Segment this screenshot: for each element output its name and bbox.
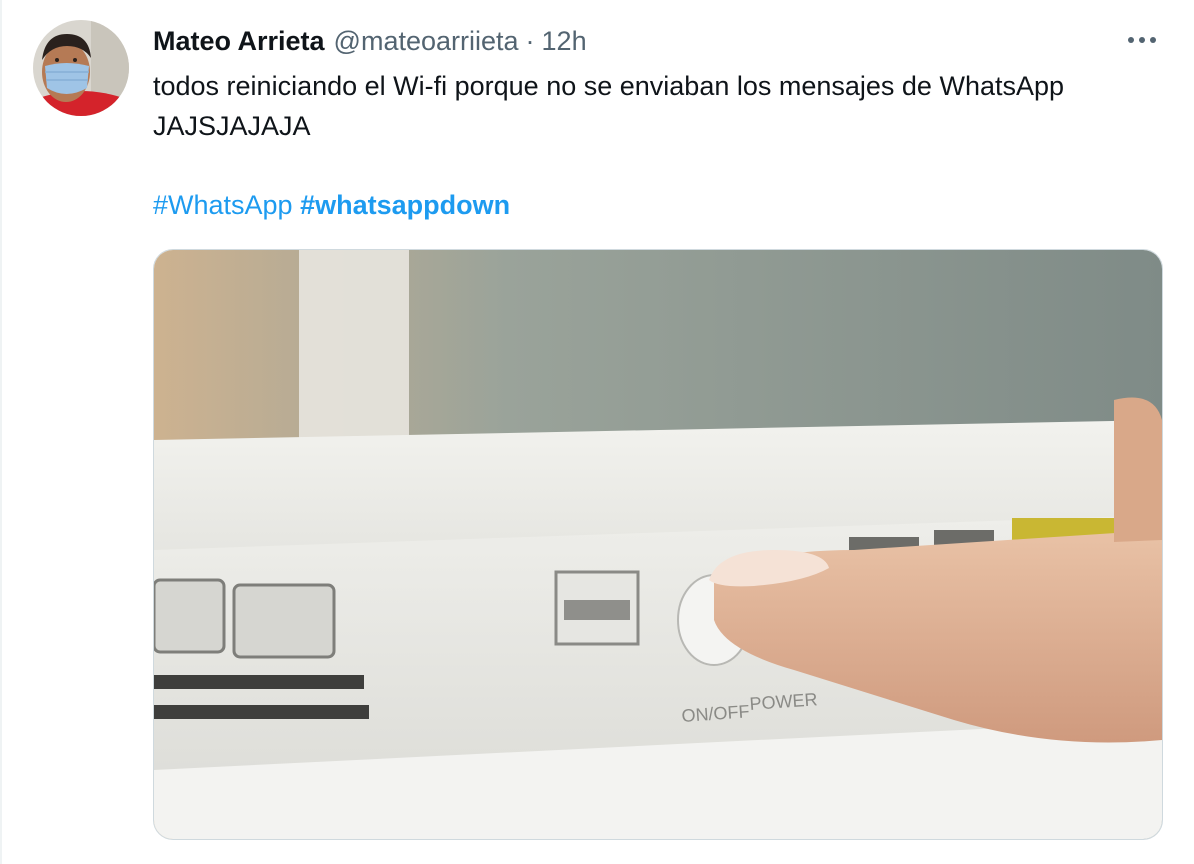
tweet-header: Mateo Arrieta @mateoarriieta · 12h <box>153 24 587 58</box>
author-avatar[interactable] <box>33 20 129 116</box>
tweet-timestamp[interactable]: 12h <box>542 26 587 57</box>
hashtag-link[interactable]: #whatsappdown <box>300 190 510 220</box>
tweet-card[interactable]: Mateo Arrieta @mateoarriieta · 12h todos… <box>0 0 1194 864</box>
author-handle[interactable]: @mateoarriieta <box>334 26 519 57</box>
tweet-hashtags: #WhatsApp #whatsappdown <box>153 185 510 225</box>
author-display-name[interactable]: Mateo Arrieta <box>153 26 325 57</box>
tweet-text-line: todos reiniciando el Wi-fi porque no se … <box>153 71 1065 101</box>
header-separator: · <box>525 25 535 56</box>
more-options-button[interactable] <box>1119 22 1165 58</box>
tweet-text: todos reiniciando el Wi-fi porque no se … <box>153 66 1183 146</box>
tweet-media-photo[interactable]: ON/OFF POWER <box>153 249 1163 840</box>
hashtag-link[interactable]: #WhatsApp <box>153 190 293 220</box>
router-photo: ON/OFF POWER <box>154 250 1162 839</box>
timeline-left-border <box>0 0 2 864</box>
router-antenna <box>299 250 409 450</box>
finger-back <box>1114 397 1162 542</box>
avatar-photo-masked-person <box>33 20 129 116</box>
more-horizontal-icon <box>1128 37 1156 43</box>
tweet-text-line: JAJSJAJAJA <box>153 111 311 141</box>
